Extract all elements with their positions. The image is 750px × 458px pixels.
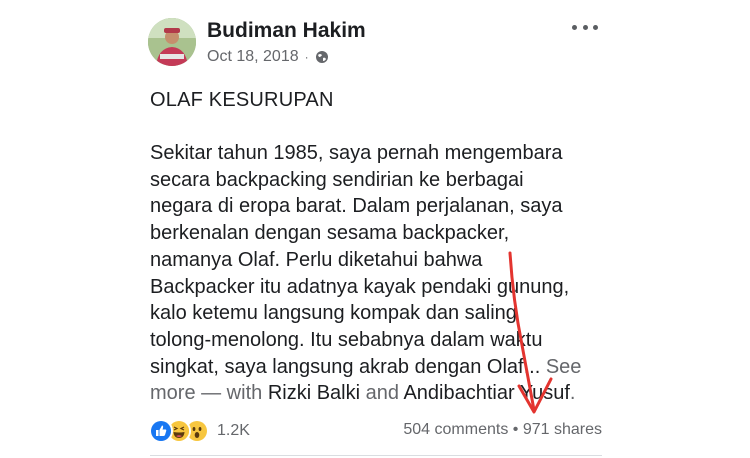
body-line-last: singkat, saya langsung akrab dengan Olaf… (150, 354, 610, 381)
body-line: secara backpacking sendirian ke berbagai (150, 168, 524, 191)
post-body: Sekitar tahun 1985, saya pernah mengemba… (150, 140, 610, 407)
body-line: Backpacker itu adatnya kayak pendaki gun… (150, 275, 570, 298)
reactions-summary[interactable]: 1.2K (149, 419, 250, 443)
see-more-continued[interactable]: more — with (150, 382, 262, 404)
engagement-counts: 504 comments • 971 shares (403, 421, 602, 439)
reaction-count[interactable]: 1.2K (217, 422, 250, 440)
more-options-icon[interactable] (572, 20, 598, 34)
post-meta: Oct 18, 2018 · (207, 48, 329, 66)
tagged-line: more — with Rizki Balki and Andibachtiar… (150, 380, 610, 407)
tagged-user-link[interactable]: Rizki Balki (268, 382, 360, 404)
and-text: and (365, 382, 399, 405)
post-date[interactable]: Oct 18, 2018 (207, 48, 299, 66)
body-line: namanya Olaf. Perlu diketahui bahwa (150, 248, 483, 271)
tagged-user-link[interactable]: Andibachtiar Yusuf (403, 382, 569, 404)
see-more-link[interactable]: See (546, 356, 582, 378)
divider (150, 455, 602, 456)
body-line: kalo ketemu langsung kompak dan saling (150, 302, 517, 325)
facebook-post: Budiman Hakim Oct 18, 2018 · OLAF KESURU… (0, 0, 750, 458)
body-line: berkenalan dengan sesama backpacker, (150, 222, 510, 245)
body-line: negara di eropa barat. Dalam perjalanan,… (150, 195, 563, 218)
body-line: singkat, saya langsung akrab dengan Olaf… (150, 355, 541, 378)
like-reaction-icon (149, 419, 173, 443)
comments-count-link[interactable]: 504 comments (403, 421, 508, 438)
meta-separator: · (304, 50, 309, 64)
post-title: OLAF KESURUPAN (150, 89, 334, 111)
shares-count-link[interactable]: 971 shares (523, 421, 602, 438)
body-line: Sekitar tahun 1985, saya pernah mengemba… (150, 142, 563, 164)
engagement-separator: • (512, 421, 519, 438)
globe-icon[interactable] (315, 50, 329, 64)
author-name[interactable]: Budiman Hakim (207, 19, 366, 43)
tagged-period: . (569, 382, 576, 405)
avatar[interactable] (148, 18, 196, 66)
body-line: tolong-menolong. Itu sebabnya dalam wakt… (150, 328, 543, 351)
